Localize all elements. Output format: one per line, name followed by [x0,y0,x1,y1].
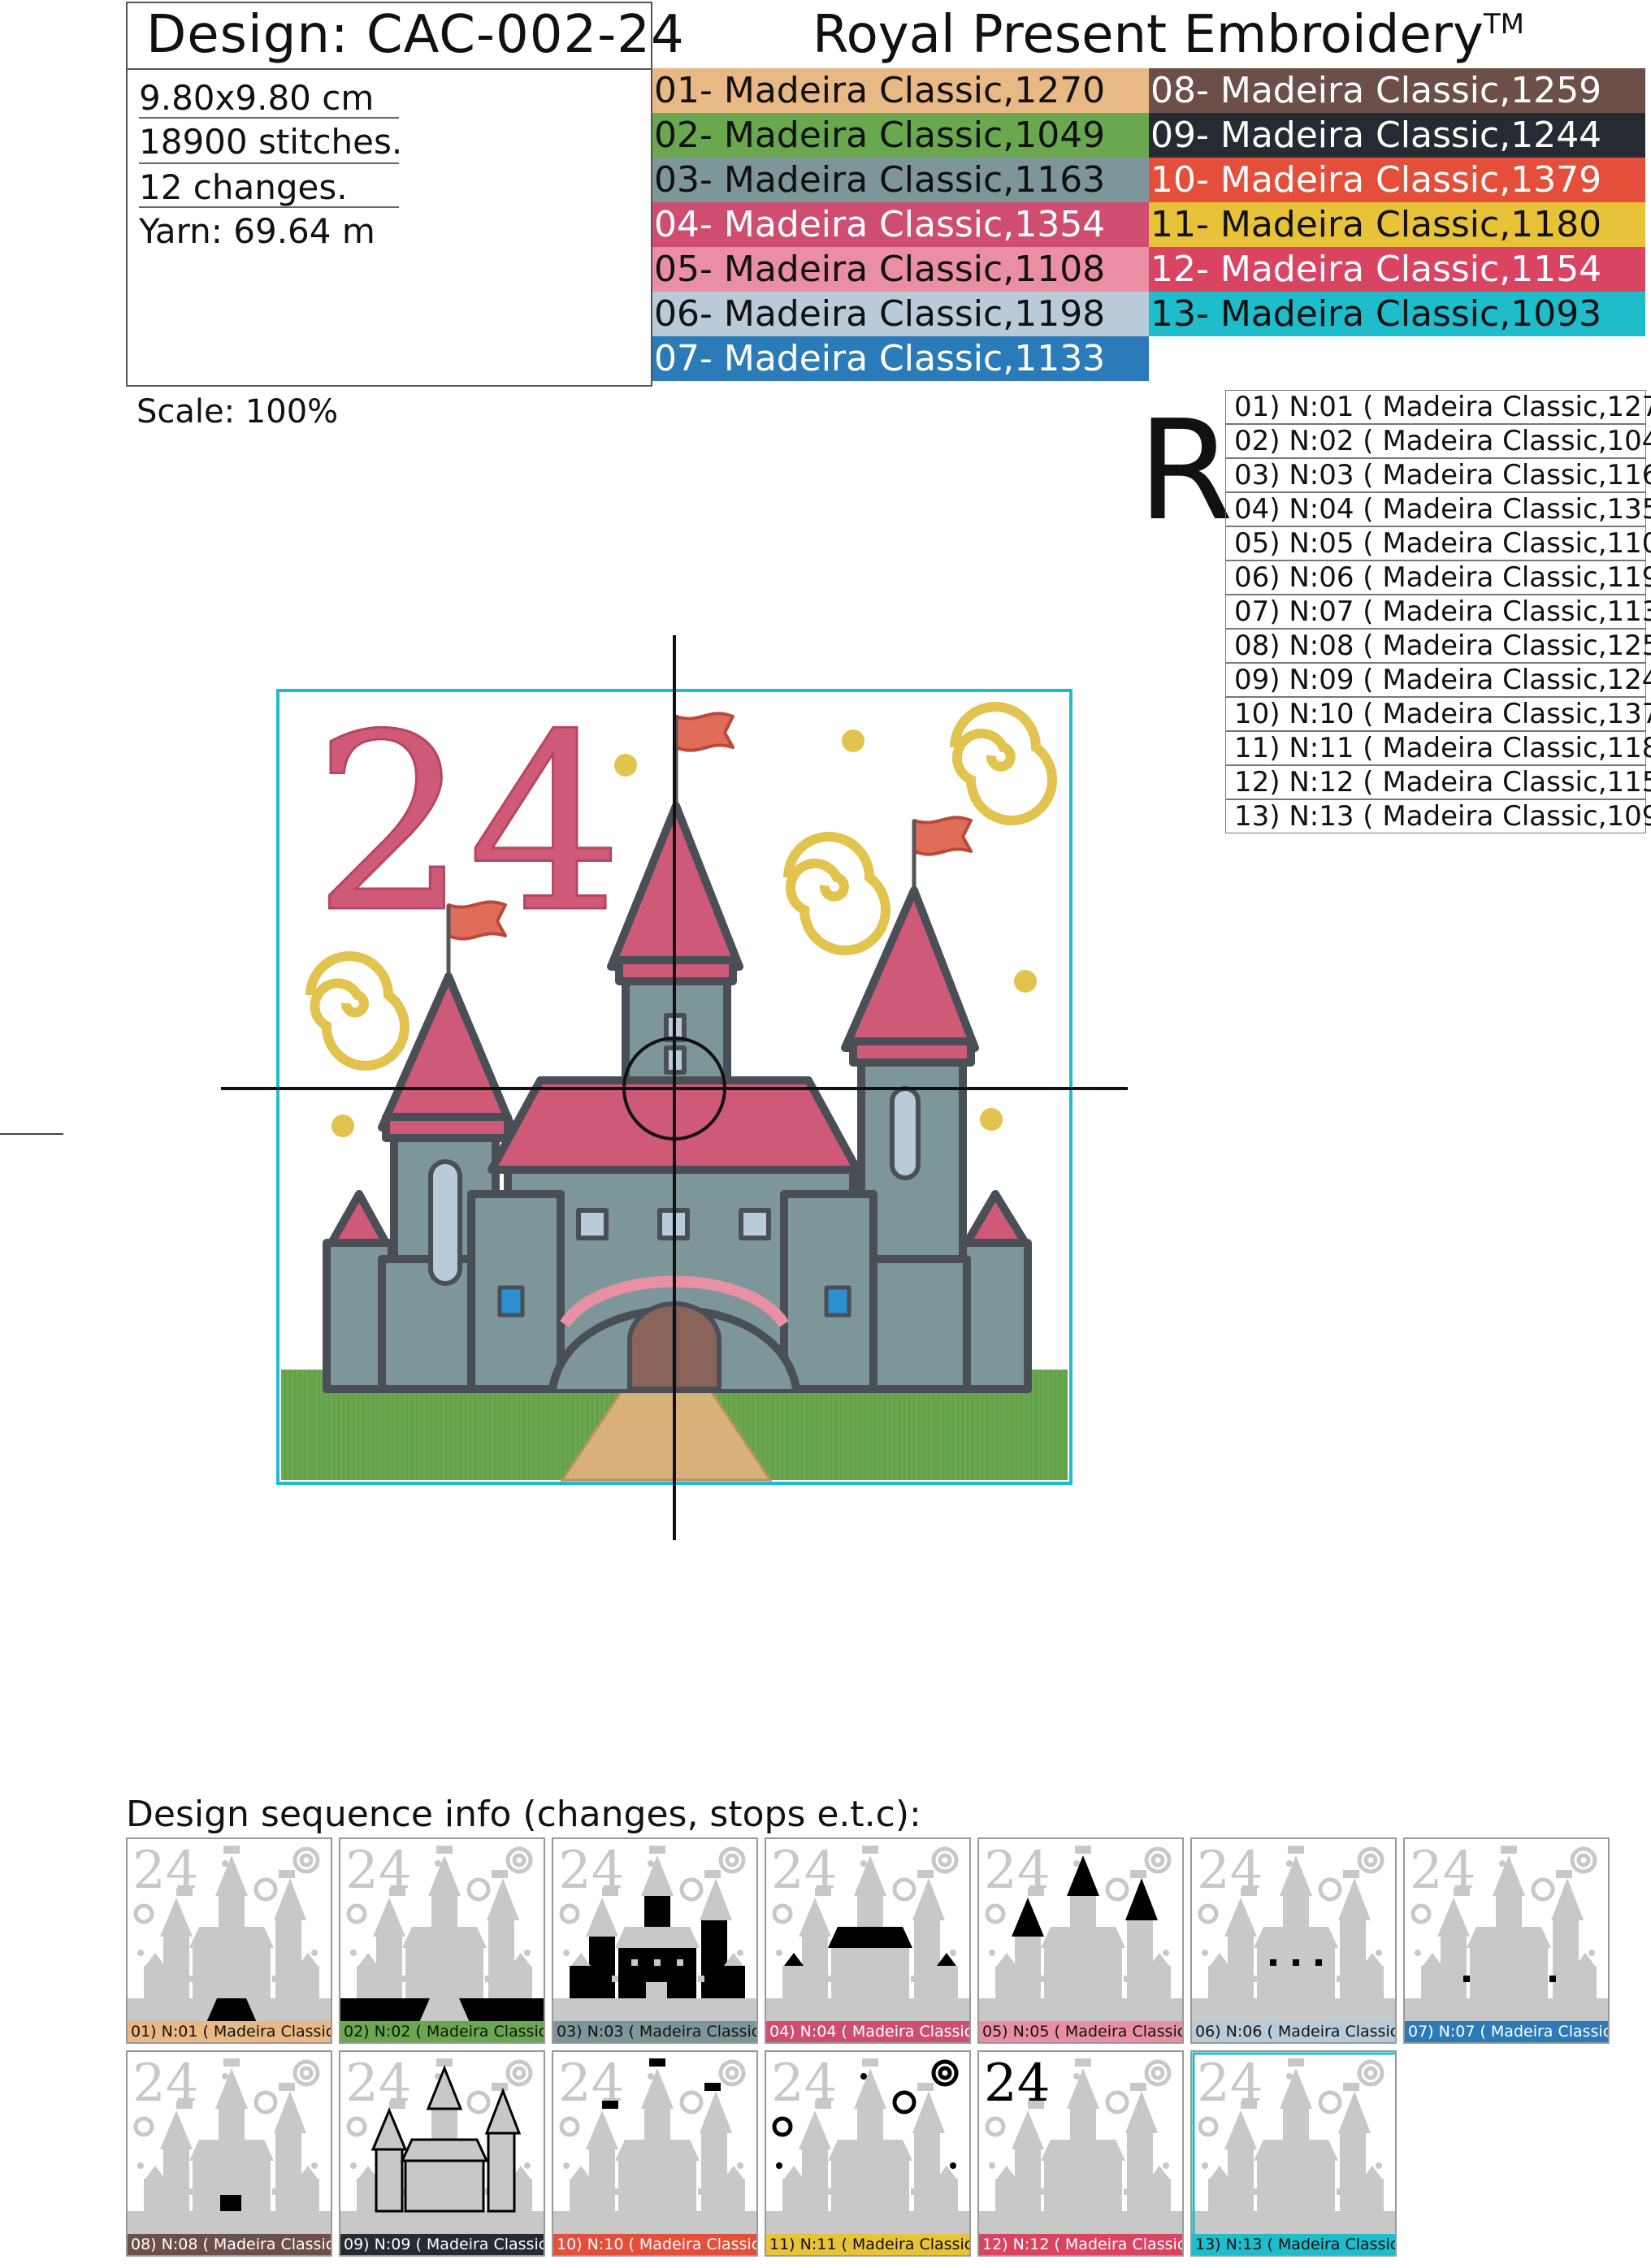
color-swatch-13: 13- Madeira Classic,1093 [1149,292,1645,336]
divider [139,206,399,208]
thumbnail-label: 11) N:11 ( Madeira Classic,11 [766,2234,969,2255]
legend-row: 05) N:05 ( Madeira Classic,1108) [1225,526,1651,561]
thumbnail-label: 07) N:07 ( Madeira Classic [1405,2021,1608,2042]
sequence-thumbnail[interactable]: 24 08) N:08 ( Madeira Classic [126,2050,332,2257]
yarn-length: Yarn: 69.64 m [139,211,375,251]
sequence-thumbnail[interactable]: 24 05) N:05 ( Madeira Classic [977,1837,1184,2044]
divider [139,162,399,164]
thumbnail-label: 08) N:08 ( Madeira Classic [128,2234,331,2255]
sequence-thumbnail[interactable]: 24 09) N:09 ( Madeira Classic [339,2050,545,2257]
color-swatch-11: 11- Madeira Classic,1180 [1149,202,1645,247]
sequence-thumbnail[interactable]: 24 04) N:04 ( Madeira Classic [765,1837,971,2044]
design-info-box: 9.80x9.80 cm 18900 stitches. 12 changes.… [126,68,652,387]
sequence-thumbnail[interactable]: 24 11) N:11 ( Madeira Classic,11 [765,2050,971,2257]
legend-row: 02) N:02 ( Madeira Classic,1049) [1225,424,1651,458]
sequence-thumbnail[interactable]: 24 06) N:06 ( Madeira Classic [1190,1837,1397,2044]
color-swatch-08: 08- Madeira Classic,1259 [1149,68,1645,113]
scale-label: Scale: 100% [136,393,339,431]
brand-name: Royal Present Embroidery [812,5,1484,65]
thumbnail-label: 05) N:05 ( Madeira Classic [979,2021,1182,2042]
rotation-marker: R [1138,391,1234,552]
color-swatch-04: 04- Madeira Classic,1354 [652,202,1149,247]
color-swatch-07: 07- Madeira Classic,1133 [652,336,1149,381]
color-swatch-03: 03- Madeira Classic,1163 [652,158,1149,202]
color-swatch-05: 05- Madeira Classic,1108 [652,247,1149,292]
color-swatch-09: 09- Madeira Classic,1244 [1149,113,1645,158]
thumbnail-label: 12) N:12 ( Madeira Classic,1 [979,2234,1182,2255]
thumbnail-label: 01) N:01 ( Madeira Classic,1 [128,2021,331,2042]
color-swatch-10: 10- Madeira Classic,1379 [1149,158,1645,202]
legend-row: 12) N:12 ( Madeira Classic,1154) [1225,765,1651,799]
color-swatch-12: 12- Madeira Classic,1154 [1149,247,1645,292]
thumbnail-label: 06) N:06 ( Madeira Classic [1192,2021,1395,2042]
legend-row: 10) N:10 ( Madeira Classic,1379) [1225,697,1651,731]
legend-row: 01) N:01 ( Madeira Classic,1270) [1225,390,1651,424]
design-size: 9.80x9.80 cm [139,78,375,118]
legend-row: 07) N:07 ( Madeira Classic,1133) [1225,595,1651,629]
color-swatch-02: 02- Madeira Classic,1049 [652,113,1149,158]
stitch-count: 18900 stitches. [139,122,403,162]
thumbnail-label: 02) N:02 ( Madeira Classic [340,2021,544,2042]
brand-title: Royal Present EmbroideryTM [812,5,1524,65]
color-swatch-01: 01- Madeira Classic,1270 [652,68,1149,113]
sequence-thumbnail[interactable]: 24 01) N:01 ( Madeira Classic,1 [126,1837,332,2044]
thumbnail-label: 03) N:03 ( Madeira Classic [553,2021,756,2042]
design-title: Design: CAC-002-24 [146,5,685,65]
sequence-thumbnail[interactable]: 24 07) N:07 ( Madeira Classic [1403,1837,1610,2044]
legend-row: 08) N:08 ( Madeira Classic,1259) [1225,629,1651,663]
legend-row: 09) N:09 ( Madeira Classic,1244) [1225,663,1651,697]
thumbnail-label: 13) N:13 ( Madeira Classic,1 [1192,2234,1395,2255]
thumbnail-label: 10) N:10 ( Madeira Classic,1 [553,2234,756,2255]
sequence-title: Design sequence info (changes, stops e.t… [126,1794,921,1835]
sequence-thumbnail[interactable]: 24 02) N:02 ( Madeira Classic [339,1837,545,2044]
sequence-thumbnails: 24 01) N:01 ( Madeira Classic,1 24 02) N… [126,1837,1613,2260]
thumbnail-label: 09) N:09 ( Madeira Classic [340,2234,544,2255]
legend-row: 04) N:04 ( Madeira Classic,1354) [1225,492,1651,526]
embroidery-preview: 24 [221,635,1128,1540]
sequence-thumbnail[interactable]: 24 03) N:03 ( Madeira Classic [552,1837,758,2044]
legend-row: 06) N:06 ( Madeira Classic,1198) [1225,561,1651,595]
change-count: 12 changes. [139,167,348,207]
color-table: 01- Madeira Classic,1270 02- Madeira Clas… [652,68,1645,387]
color-swatch-06: 06- Madeira Classic,1198 [652,292,1149,336]
legend-row: 13) N:13 ( Madeira Classic,1093) [1225,799,1651,833]
sequence-thumbnail[interactable]: 24 12) N:12 ( Madeira Classic,1 [977,2050,1184,2257]
trademark-mark: TM [1483,8,1524,41]
legend-row: 03) N:03 ( Madeira Classic,1163) [1225,458,1651,492]
legend-row: 11) N:11 ( Madeira Classic,1180) [1225,731,1651,765]
sequence-thumbnail[interactable]: 24 13) N:13 ( Madeira Classic,1 [1190,2050,1397,2257]
thumbnail-label: 04) N:04 ( Madeira Classic [766,2021,969,2042]
sequence-thumbnail[interactable]: 24 10) N:10 ( Madeira Classic,1 [552,2050,758,2257]
divider [139,117,399,119]
